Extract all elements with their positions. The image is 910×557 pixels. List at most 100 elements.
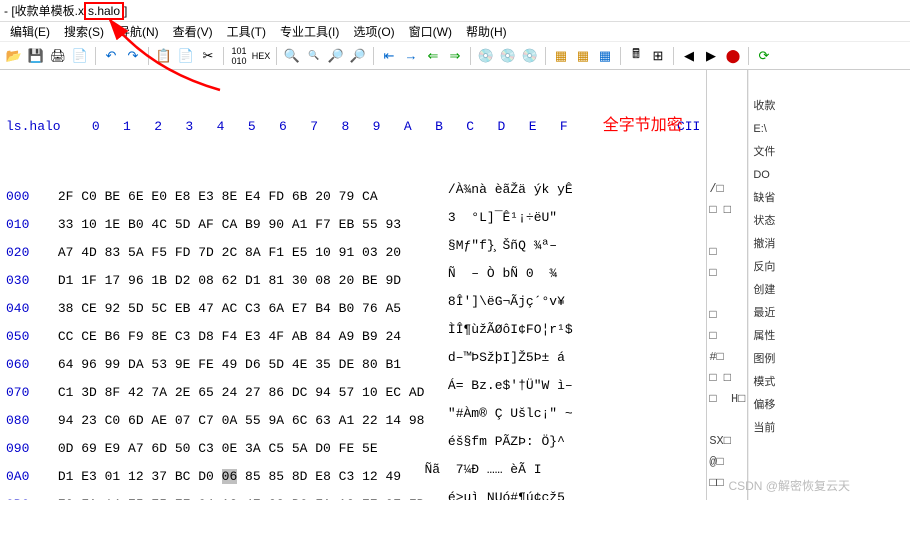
annotation-label: 全字节加密	[603, 115, 683, 136]
menu-protools[interactable]: 专业工具(I)	[274, 22, 345, 41]
side-cell: @□	[709, 452, 745, 473]
hex-row[interactable]: 020 A7 4D 83 5A F5 FD 7D 2C 8A F1 E5 10 …	[6, 235, 700, 263]
panel-item[interactable]: E:\	[751, 118, 908, 141]
properties-icon[interactable]: 📄	[70, 46, 90, 66]
side-cell	[709, 221, 745, 242]
find-icon[interactable]: 🔍	[282, 46, 302, 66]
disk3-icon[interactable]: 💿	[520, 46, 540, 66]
hex-row[interactable]: 030 D1 1F 17 96 1B D2 08 62 D1 81 30 08 …	[6, 263, 700, 291]
hex-row[interactable]: 010 33 10 1E B0 4C 5D AF CA B9 90 A1 F7 …	[6, 207, 700, 235]
block2-icon[interactable]: ▦	[573, 46, 593, 66]
cut-icon[interactable]: ✂	[198, 46, 218, 66]
separator	[373, 47, 374, 65]
find-hex-icon[interactable]: 🔍	[304, 46, 324, 66]
nav-right-icon[interactable]: ▶	[701, 46, 721, 66]
disk-icon[interactable]: 💿	[476, 46, 496, 66]
panel-item[interactable]: DO	[751, 164, 908, 187]
menu-view[interactable]: 查看(V)	[167, 22, 219, 41]
calc-icon[interactable]: 🖩	[626, 46, 646, 66]
panel-item[interactable]: 当前	[751, 417, 908, 440]
menu-tools[interactable]: 工具(T)	[221, 22, 272, 41]
hex-row[interactable]: 070 C1 3D 8F 42 7A 2E 65 24 27 86 DC 94 …	[6, 375, 700, 403]
hex-row[interactable]: 050 CC CE B6 F9 8E C3 D8 F4 E3 4F AB 84 …	[6, 319, 700, 347]
goto-first-icon[interactable]: ⇤	[379, 46, 399, 66]
paste-icon[interactable]: 📄	[176, 46, 196, 66]
separator	[470, 47, 471, 65]
print-icon[interactable]: 🖨	[48, 46, 68, 66]
find-next-icon[interactable]: 🔎	[326, 46, 346, 66]
panel-item[interactable]: 状态	[751, 210, 908, 233]
panel-item[interactable]: 图例	[751, 348, 908, 371]
hex-row[interactable]: 060 64 96 99 DA 53 9E FE 49 D6 5D 4E 35 …	[6, 347, 700, 375]
side-cell: □	[709, 305, 745, 326]
hex-row[interactable]: 080 94 23 C0 6D AE 07 C7 0A 55 9A 6C 63 …	[6, 403, 700, 431]
side-cell: □	[709, 326, 745, 347]
menu-nav[interactable]: 导航(N)	[112, 22, 165, 41]
hex-row[interactable]: 000 2F C0 BE 6E E0 E8 E3 8E E4 FD 6B 20 …	[6, 179, 700, 207]
side-column: /□□ □ □□ □□#□□ □□ H□ SX□@□□□	[706, 70, 748, 500]
panel-item[interactable]: 反向	[751, 256, 908, 279]
copy-icon[interactable]: 📋	[154, 46, 174, 66]
hex-row[interactable]: 0B0 E9 FA 14 E5 75 EF 04 A3 4E 23 B6 FA …	[6, 487, 700, 500]
menu-search[interactable]: 搜索(S)	[58, 22, 110, 41]
back-icon[interactable]: ⇐	[423, 46, 443, 66]
side-cell	[709, 410, 745, 431]
separator	[673, 47, 674, 65]
side-cell: SX□	[709, 431, 745, 452]
hex-column-header: ls.halo 0 1 2 3 4 5 6 7 8 9 A B C D E F …	[6, 116, 700, 137]
panel-item[interactable]: 最近	[751, 302, 908, 325]
redo-icon[interactable]: ↷	[123, 46, 143, 66]
save-icon[interactable]: 💾	[26, 46, 46, 66]
panel-item[interactable]: 模式	[751, 371, 908, 394]
open-icon[interactable]: 📂	[4, 46, 24, 66]
refresh-icon[interactable]: ⟳	[754, 46, 774, 66]
undo-icon[interactable]: ↶	[101, 46, 121, 66]
menu-window[interactable]: 窗口(W)	[403, 22, 458, 41]
hex-row[interactable]: 0A0 D1 E3 01 12 37 BC D0 06 85 85 8D E8 …	[6, 459, 700, 487]
panel-item[interactable]: 属性	[751, 325, 908, 348]
panel-item[interactable]: 收款	[751, 95, 908, 118]
main-area: ls.halo 0 1 2 3 4 5 6 7 8 9 A B C D E F …	[0, 70, 910, 500]
panel-item[interactable]: 文件	[751, 141, 908, 164]
side-cell	[709, 494, 745, 515]
menu-bar: 编辑(E) 搜索(S) 导航(N) 查看(V) 工具(T) 专业工具(I) 选项…	[0, 22, 910, 42]
forward-icon[interactable]: ⇒	[445, 46, 465, 66]
block3-icon[interactable]: ▦	[595, 46, 615, 66]
panel-item[interactable]: 撤消	[751, 233, 908, 256]
block-icon[interactable]: ▦	[551, 46, 571, 66]
separator	[620, 47, 621, 65]
side-cell: □ H□	[709, 389, 745, 410]
right-panel: 收款E:\文件DO缺省状态撤消反向创建最近属性图例模式偏移当前	[748, 70, 910, 500]
side-cell	[709, 515, 745, 536]
disk2-icon[interactable]: 💿	[498, 46, 518, 66]
side-cell: □ □	[709, 200, 745, 221]
hex2-icon[interactable]: HEX	[251, 46, 271, 66]
nav-left-icon[interactable]: ◀	[679, 46, 699, 66]
stop-icon[interactable]: ⬤	[723, 46, 743, 66]
menu-edit[interactable]: 编辑(E)	[4, 22, 56, 41]
side-cell: /□	[709, 179, 745, 200]
hex-row[interactable]: 040 38 CE 92 5D 5C EB 47 AC C3 6A E7 B4 …	[6, 291, 700, 319]
grid-icon[interactable]: ⊞	[648, 46, 668, 66]
title-bar: - [收款单模板.x s.halo ]	[0, 0, 910, 22]
separator	[148, 47, 149, 65]
separator	[223, 47, 224, 65]
side-cell: □□	[709, 473, 745, 494]
find-prev-icon[interactable]: 🔎	[348, 46, 368, 66]
panel-item[interactable]: 偏移	[751, 394, 908, 417]
hex-icon[interactable]: 101010	[229, 46, 249, 66]
panel-item[interactable]: 缺省	[751, 187, 908, 210]
title-prefix: - [收款单模板.x	[4, 2, 84, 19]
separator	[748, 47, 749, 65]
side-cell: □	[709, 242, 745, 263]
menu-help[interactable]: 帮助(H)	[460, 22, 513, 41]
menu-options[interactable]: 选项(O)	[347, 22, 400, 41]
hex-row[interactable]: 090 0D 69 E9 A7 6D 50 C3 0E 3A C5 5A D0 …	[6, 431, 700, 459]
panel-item[interactable]: 创建	[751, 279, 908, 302]
goto-icon[interactable]: →	[401, 46, 421, 66]
side-cell: #□	[709, 347, 745, 368]
side-cell	[709, 536, 745, 557]
side-cell	[709, 284, 745, 305]
hex-pane[interactable]: ls.halo 0 1 2 3 4 5 6 7 8 9 A B C D E F …	[0, 70, 706, 500]
separator	[276, 47, 277, 65]
